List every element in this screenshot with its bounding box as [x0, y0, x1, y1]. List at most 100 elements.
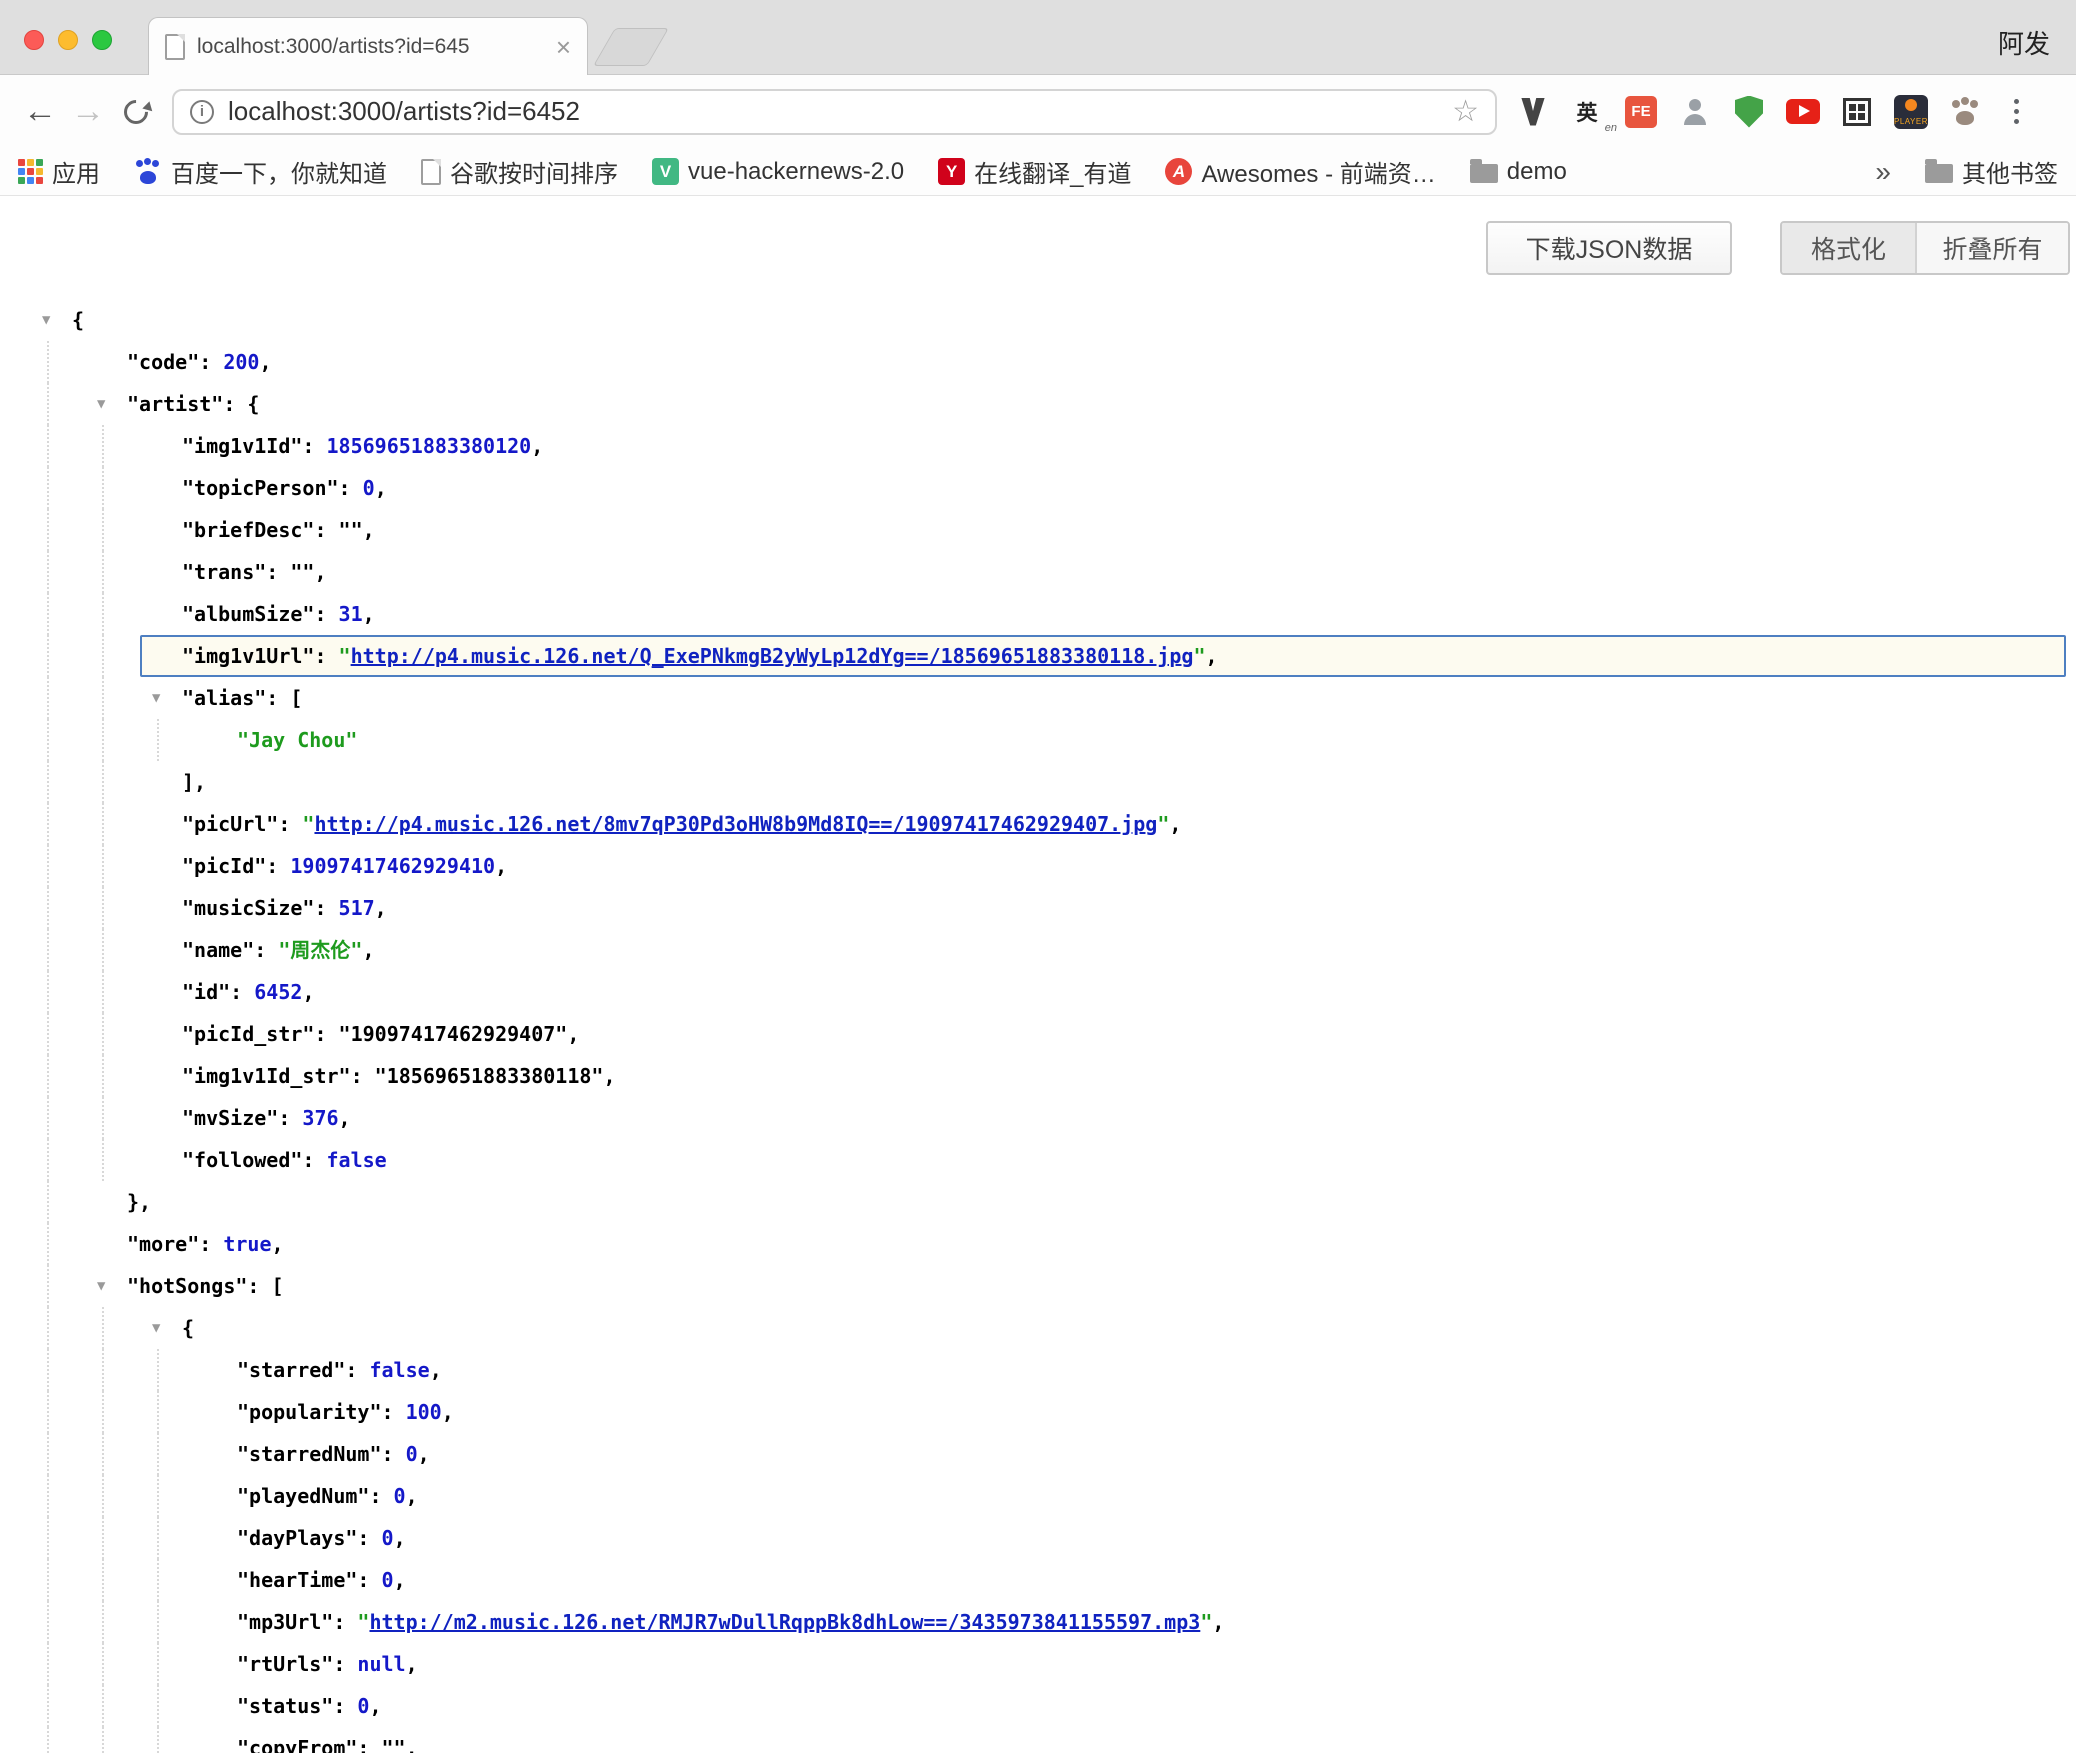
extension-paw-icon[interactable]	[1947, 94, 1983, 130]
json-token-punc: ,	[603, 1064, 615, 1088]
json-line: "starredNum": 0,	[0, 1433, 2076, 1475]
json-token-punc: :	[333, 1652, 357, 1676]
extension-youtube-icon[interactable]	[1785, 94, 1821, 130]
json-token-key: "mp3Url"	[237, 1610, 333, 1634]
bookmark-google-sort[interactable]: 谷歌按时间排序	[421, 154, 618, 189]
json-line: "playedNum": 0,	[0, 1475, 2076, 1517]
address-bar[interactable]: i localhost:3000/artists?id=6452 ☆	[172, 89, 1497, 135]
bookmark-demo-folder[interactable]: demo	[1470, 158, 1567, 186]
browser-tab[interactable]: localhost:3000/artists?id=645 ×	[148, 17, 588, 75]
extension-fe-icon[interactable]: FE	[1623, 94, 1659, 130]
format-button[interactable]: 格式化	[1782, 223, 1915, 273]
close-window-button[interactable]	[24, 30, 44, 50]
bookmark-label: 在线翻译_有道	[974, 154, 1131, 189]
json-token-str: "	[339, 644, 351, 668]
indent-guide	[102, 887, 104, 929]
indent-guide	[47, 845, 49, 887]
collapse-toggle-icon[interactable]: ▼	[152, 677, 160, 719]
json-token-num: 18569651883380120	[327, 434, 532, 458]
json-line: "picId_str": "19097417462929407",	[0, 1013, 2076, 1055]
minimize-window-button[interactable]	[58, 30, 78, 50]
download-json-button[interactable]: 下载JSON数据	[1486, 221, 1732, 275]
json-url-link[interactable]: http://m2.music.126.net/RMJR7wDullRqppBk…	[369, 1610, 1200, 1634]
json-token-punc: ,	[314, 560, 326, 584]
collapse-toggle-icon[interactable]: ▼	[97, 383, 105, 425]
indent-guide	[47, 1181, 49, 1223]
extension-shield-icon[interactable]	[1731, 94, 1767, 130]
collapse-toggle-icon[interactable]: ▼	[42, 299, 50, 341]
json-token-punc: ,	[375, 476, 387, 500]
indent-guide	[157, 1391, 159, 1433]
json-token-key: "artist"	[127, 392, 223, 416]
bookmark-label: 其他书签	[1962, 154, 2058, 189]
bookmark-apps[interactable]: 应用	[18, 154, 100, 189]
page-info-icon[interactable]: i	[190, 100, 214, 124]
indent-guide	[157, 1643, 159, 1685]
json-token-punc: :	[345, 1358, 369, 1382]
json-token-punc: ,	[567, 1022, 579, 1046]
indent-guide	[47, 1097, 49, 1139]
json-line: "more": true,	[0, 1223, 2076, 1265]
json-token-num: 100	[406, 1400, 442, 1424]
collapse-all-button[interactable]: 折叠所有	[1915, 223, 2068, 273]
folder-icon	[1470, 164, 1498, 183]
json-token-key: "picId_str"	[182, 1022, 314, 1046]
extension-qrcode-icon[interactable]	[1839, 94, 1875, 130]
json-token-punc: ,	[406, 1652, 418, 1676]
chrome-menu-button[interactable]	[2001, 92, 2031, 132]
extension-vimium-icon[interactable]	[1515, 94, 1551, 130]
json-token-punc: :	[302, 434, 326, 458]
indent-guide	[102, 1643, 104, 1685]
json-token-punc: ,	[369, 1694, 381, 1718]
indent-guide	[102, 467, 104, 509]
json-line: "hearTime": 0,	[0, 1559, 2076, 1601]
json-token-str: "周杰伦"	[278, 938, 362, 962]
json-line: "img1v1Url": "http://p4.music.126.net/Q_…	[0, 635, 2076, 677]
url-text[interactable]: localhost:3000/artists?id=6452	[228, 96, 1438, 127]
extension-profile-icon[interactable]	[1677, 94, 1713, 130]
bookmark-youdao[interactable]: Y 在线翻译_有道	[938, 154, 1131, 189]
new-tab-button[interactable]	[593, 28, 669, 66]
json-token-num: 517	[339, 896, 375, 920]
indent-guide	[47, 1517, 49, 1559]
json-token-key: "playedNum"	[237, 1484, 369, 1508]
tab-close-icon[interactable]: ×	[556, 34, 571, 60]
json-token-punc: ,	[1212, 1610, 1224, 1634]
json-url-link[interactable]: http://p4.music.126.net/Q_ExePNkmgB2yWyL…	[351, 644, 1194, 668]
indent-guide	[102, 1013, 104, 1055]
json-token-key: "id"	[182, 980, 230, 1004]
indent-guide	[102, 929, 104, 971]
indent-guide	[47, 761, 49, 803]
json-line: "Jay Chou"	[0, 719, 2076, 761]
json-url-link[interactable]: http://p4.music.126.net/8mv7qP30Pd3oHW8b…	[314, 812, 1157, 836]
page-content: 下载JSON数据 格式化 折叠所有 ▼{"code": 200,▼"artist…	[0, 196, 2076, 1753]
bookmark-label: 谷歌按时间排序	[450, 154, 618, 189]
zoom-window-button[interactable]	[92, 30, 112, 50]
collapse-toggle-icon[interactable]: ▼	[152, 1307, 160, 1349]
json-token-punc: ,	[531, 434, 543, 458]
bookmark-awesomes[interactable]: A Awesomes - 前端资…	[1165, 154, 1435, 189]
json-line: "id": 6452,	[0, 971, 2076, 1013]
reload-button[interactable]	[112, 88, 160, 136]
json-token-punc: :	[278, 812, 302, 836]
indent-guide	[157, 1685, 159, 1727]
indent-guide	[47, 425, 49, 467]
bookmark-star-icon[interactable]: ☆	[1452, 94, 1479, 129]
forward-button[interactable]: →	[64, 88, 112, 136]
indent-guide	[47, 1139, 49, 1181]
bookmark-vue-hackernews[interactable]: V vue-hackernews-2.0	[652, 158, 904, 186]
back-button[interactable]: ←	[16, 88, 64, 136]
other-bookmarks-folder[interactable]: 其他书签	[1925, 154, 2058, 189]
bookmarks-overflow-chevron[interactable]: »	[1875, 156, 1891, 188]
json-token-punc: ,	[339, 1106, 351, 1130]
extension-translate-icon[interactable]: 英 en	[1569, 94, 1605, 130]
json-token-num: 0	[394, 1484, 406, 1508]
extension-player-icon[interactable]: PLAYER	[1893, 94, 1929, 130]
indent-guide	[47, 635, 49, 677]
bookmark-baidu[interactable]: 百度一下，你就知道	[134, 154, 387, 189]
collapse-toggle-icon[interactable]: ▼	[97, 1265, 105, 1307]
json-token-str: "	[1200, 1610, 1212, 1634]
json-line: "img1v1Id_str": "18569651883380118",	[0, 1055, 2076, 1097]
indent-guide	[157, 719, 159, 761]
person-icon	[1680, 97, 1710, 127]
